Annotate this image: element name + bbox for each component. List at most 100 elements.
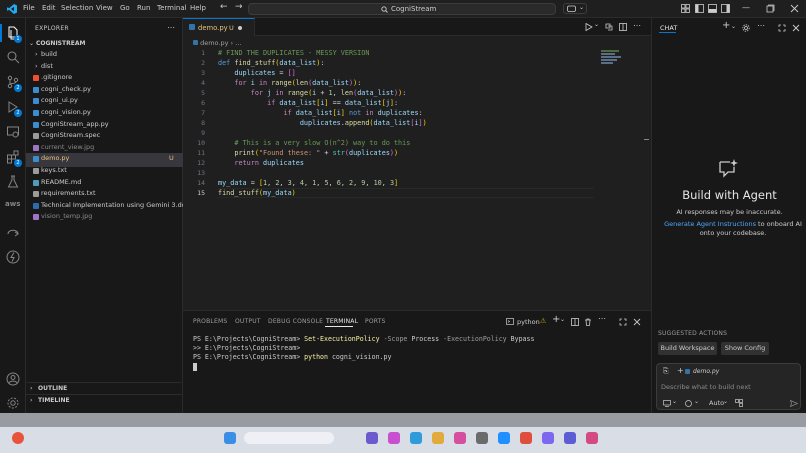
terminal-cmd: python: [304, 353, 328, 361]
back-arrow-icon[interactable]: ←: [220, 2, 229, 12]
tab-debug-console[interactable]: DEBUG CONSOLE: [268, 318, 323, 325]
close-panel-icon[interactable]: [633, 318, 641, 326]
forward-arrow-icon[interactable]: →: [235, 2, 244, 12]
tree-item-label: README.md: [41, 177, 82, 186]
terminal-output[interactable]: PS E:\Projects\CogniStream> Set-Executio…: [183, 335, 651, 395]
chat-input-box[interactable]: ⎘ + demo.py Describe what to build next …: [656, 363, 801, 410]
menu-file[interactable]: File: [23, 4, 35, 12]
breadcrumb-symbol[interactable]: ...: [235, 39, 241, 47]
line-number: 11: [197, 149, 205, 157]
attach-icon[interactable]: ⎘: [663, 367, 669, 376]
toggle-panel-icon[interactable]: [708, 4, 717, 13]
menu-view[interactable]: View: [96, 4, 113, 12]
remote-explorer-icon[interactable]: [6, 125, 20, 139]
line-number: 8: [201, 119, 205, 127]
tab-output[interactable]: OUTPUT: [235, 318, 261, 325]
maximize-panel-icon[interactable]: [619, 318, 627, 326]
tab-terminal[interactable]: TERMINAL: [326, 318, 358, 325]
chevron-down-icon[interactable]: ⌄: [672, 398, 677, 405]
menu-run[interactable]: Run: [137, 4, 150, 12]
app-icon-1[interactable]: [366, 432, 378, 444]
add-context-icon[interactable]: +: [677, 366, 684, 375]
toggle-secondary-sidebar-icon[interactable]: [721, 4, 730, 13]
copilot-button[interactable]: ⌄: [563, 3, 587, 14]
chat-settings-icon[interactable]: [742, 24, 750, 32]
menu-go[interactable]: Go: [120, 4, 130, 12]
unsaved-dot-icon[interactable]: [238, 26, 242, 30]
app-icon-2[interactable]: [388, 432, 400, 444]
show-config-button[interactable]: Show Config: [721, 342, 769, 355]
chevron-down-icon[interactable]: ⌄: [560, 316, 565, 323]
chevron-down-icon[interactable]: ⌄: [723, 398, 728, 405]
tab-ports[interactable]: PORTS: [365, 318, 386, 325]
context-file-chip[interactable]: demo.py: [693, 368, 719, 375]
app-icon-10[interactable]: [586, 432, 598, 444]
model-picker[interactable]: Auto: [709, 399, 724, 407]
start-icon[interactable]: [224, 432, 236, 444]
timeline-section[interactable]: › TIMELINE: [26, 394, 183, 408]
build-workspace-button[interactable]: Build Workspace: [658, 342, 717, 355]
split-editor-icon[interactable]: [619, 23, 627, 31]
configure-tools-icon[interactable]: [735, 399, 743, 407]
command-center-search[interactable]: CogniStream: [248, 3, 556, 15]
app-icon-5[interactable]: [454, 432, 466, 444]
new-chat-icon[interactable]: +: [722, 20, 730, 31]
customize-layout-icon[interactable]: [681, 4, 690, 13]
line-number: 12: [197, 159, 205, 167]
more-actions-icon[interactable]: ⋯: [757, 21, 765, 30]
vscode-logo-icon: [7, 4, 17, 14]
app-icon-8[interactable]: [542, 432, 554, 444]
app-icon-4[interactable]: [432, 432, 444, 444]
send-icon[interactable]: [790, 400, 798, 407]
chevron-down-icon[interactable]: ⌄: [594, 21, 599, 28]
menu-edit[interactable]: Edit: [42, 4, 56, 12]
code-line-14: my_data = [1, 2, 3, 4, 1, 5, 6, 2, 9, 10…: [218, 179, 399, 187]
line-number: 10: [197, 139, 205, 147]
weather-widget-icon[interactable]: [12, 432, 24, 444]
aws-icon[interactable]: aws: [5, 200, 20, 214]
split-terminal-icon[interactable]: [571, 318, 579, 326]
run-file-icon[interactable]: [585, 23, 593, 31]
img-file-icon: [33, 214, 39, 221]
vscode-taskbar-icon[interactable]: [498, 432, 510, 444]
timeline-label: TIMELINE: [38, 397, 70, 404]
tree-file[interactable]: vision_temp.jpg: [26, 211, 183, 225]
tab-demo-py[interactable]: demo.py U: [183, 18, 255, 36]
taskbar-search-icon[interactable]: [244, 432, 334, 444]
close-chat-icon[interactable]: [792, 24, 800, 32]
menu-help[interactable]: Help: [190, 4, 206, 12]
maximize-chat-icon[interactable]: [778, 24, 786, 32]
app-icon-3[interactable]: [410, 432, 422, 444]
restore-icon[interactable]: [766, 4, 775, 13]
minimap[interactable]: [601, 50, 623, 66]
menu-selection[interactable]: Selection: [61, 4, 93, 12]
tab-problems[interactable]: PROBLEMS: [193, 318, 227, 325]
app-icon-6[interactable]: [476, 432, 488, 444]
menu-terminal[interactable]: Terminal: [157, 4, 187, 12]
account-icon[interactable]: [6, 372, 20, 386]
testing-flask-icon[interactable]: [6, 175, 20, 189]
open-changes-icon[interactable]: [605, 23, 613, 31]
lightning-icon[interactable]: [6, 250, 20, 264]
more-actions-icon[interactable]: ⋯: [167, 23, 175, 32]
chevron-down-icon[interactable]: ⌄: [694, 398, 699, 405]
app-icon-7[interactable]: [520, 432, 532, 444]
more-actions-icon[interactable]: ⋯: [598, 314, 606, 323]
chevron-down-icon[interactable]: ⌄: [731, 23, 736, 30]
search-icon[interactable]: [6, 50, 20, 64]
chat-input-placeholder[interactable]: Describe what to build next: [661, 383, 751, 391]
minimize-icon[interactable]: —: [742, 3, 750, 12]
toggle-sidebar-icon[interactable]: [695, 4, 704, 13]
breadcrumb-file[interactable]: demo.py: [200, 39, 228, 47]
chat-header: CHAT: [660, 24, 678, 32]
app-icon-9[interactable]: [564, 432, 576, 444]
tools-icon[interactable]: [685, 400, 692, 407]
agent-mode-icon[interactable]: [663, 400, 671, 407]
generate-instructions-link[interactable]: Generate Agent Instructions: [664, 220, 756, 228]
settings-gear-icon[interactable]: [6, 396, 20, 410]
remote-connection-icon[interactable]: [6, 225, 20, 239]
doc-file-icon: [33, 202, 39, 209]
close-window-icon[interactable]: [790, 4, 799, 13]
more-actions-icon[interactable]: ⋯: [633, 21, 641, 30]
trash-icon[interactable]: [584, 318, 592, 326]
